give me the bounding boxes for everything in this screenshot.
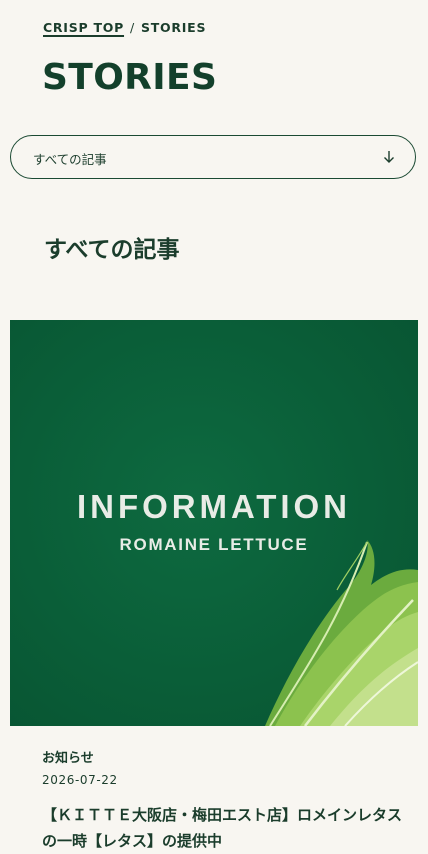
- article-thumbnail[interactable]: INFORMATION ROMAINE LETTUCE: [10, 320, 418, 726]
- article-category: お知らせ: [42, 751, 94, 766]
- romaine-lettuce-image: [265, 540, 418, 726]
- breadcrumb-current: STORIES: [141, 20, 207, 35]
- page-title: STORIES: [42, 57, 218, 98]
- breadcrumb: CRISP TOP / STORIES: [43, 20, 206, 35]
- breadcrumb-separator: /: [130, 20, 135, 35]
- section-heading: すべての記事: [44, 237, 180, 263]
- breadcrumb-home-link[interactable]: CRISP TOP: [43, 20, 124, 35]
- article-title[interactable]: 【ＫＩＴＴＥ大阪店・梅田エスト店】ロメインレタスの一時【レタス】の提供中: [42, 802, 402, 854]
- article-card[interactable]: INFORMATION ROMAINE LETTUCE お知らせ 2026-07…: [0, 319, 428, 850]
- thumbnail-title: INFORMATION: [77, 488, 351, 525]
- category-filter-selected-value: すべての記事: [33, 152, 107, 167]
- category-filter-dropdown[interactable]: すべての記事: [10, 135, 416, 179]
- article-date: 2026-07-22: [42, 773, 118, 787]
- arrow-down-icon: [384, 151, 394, 163]
